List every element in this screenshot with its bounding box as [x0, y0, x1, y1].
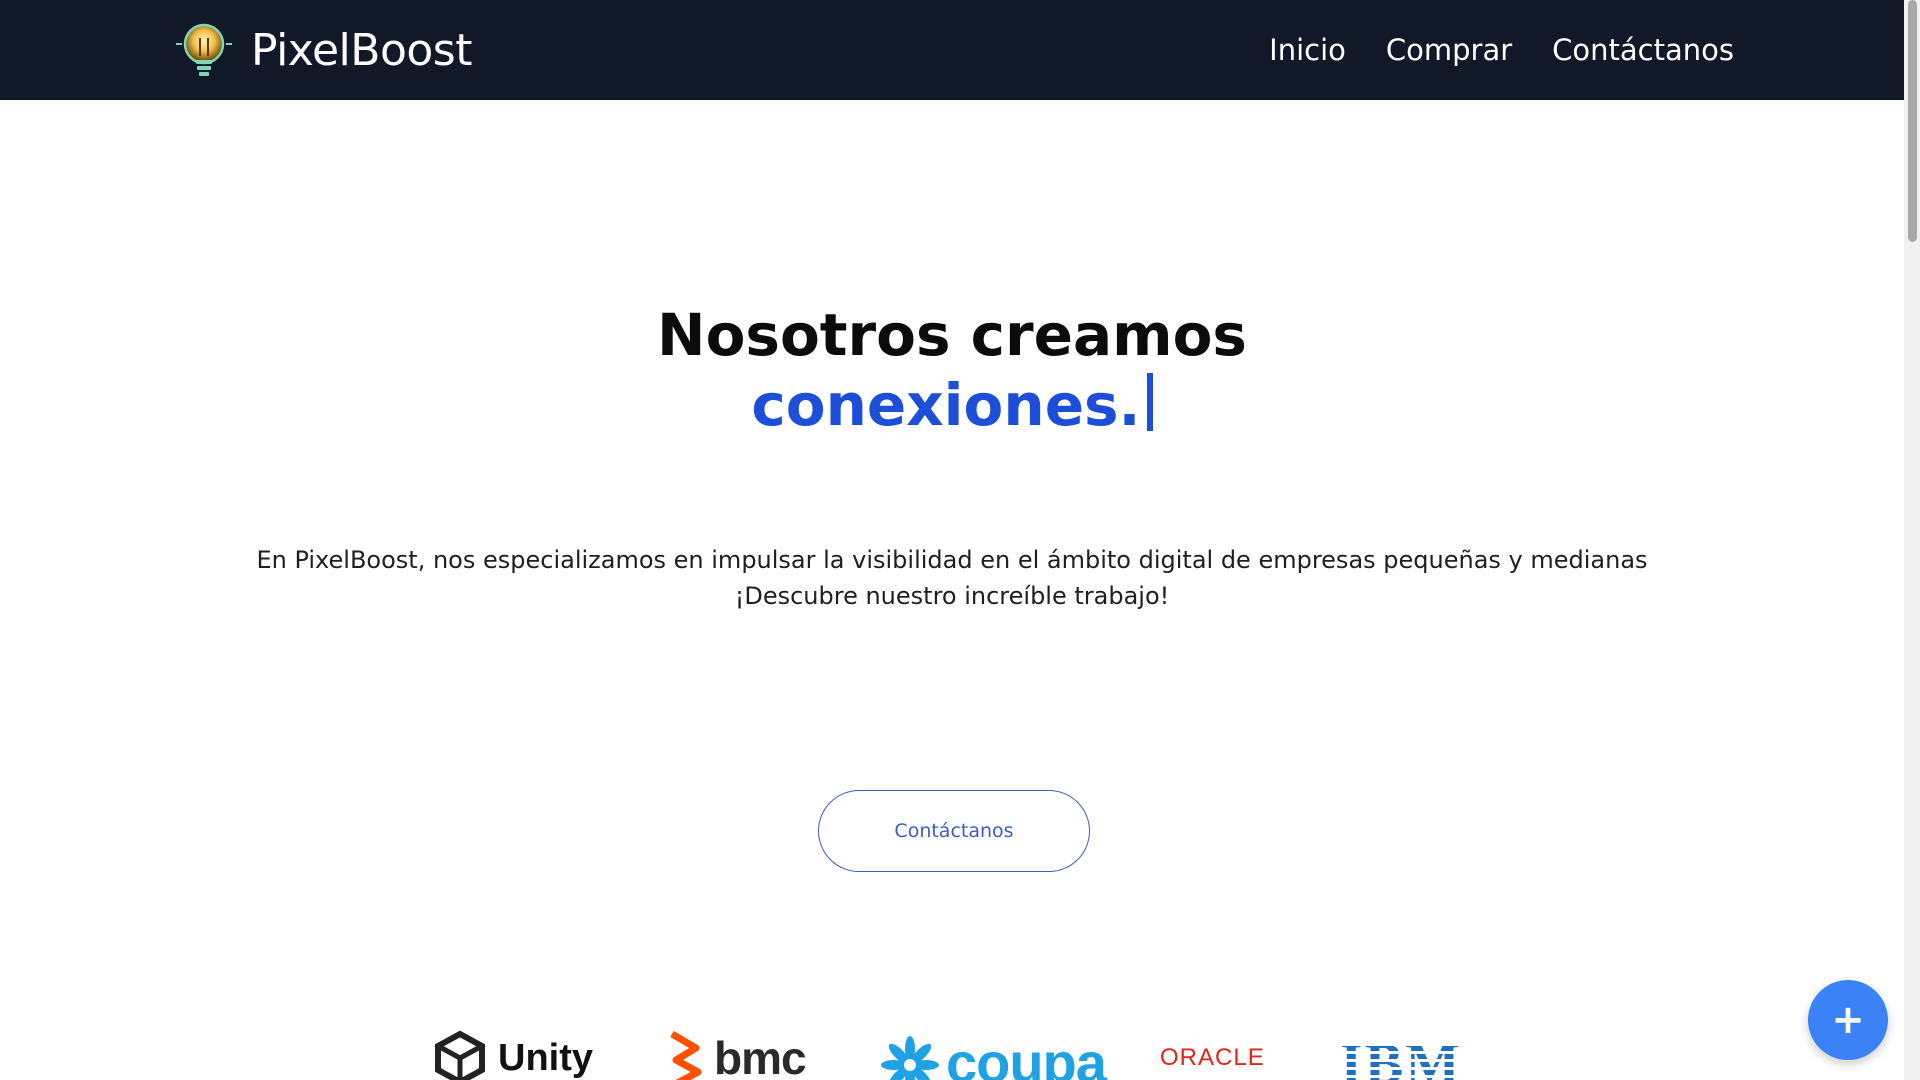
brand-name: PixelBoost	[251, 24, 472, 76]
unity-logo: Unity	[432, 1030, 593, 1080]
hero-description-line2: ¡Descubre nuestro increíble trabajo!	[734, 582, 1170, 610]
plus-icon: +	[1831, 997, 1865, 1043]
contact-cta-button[interactable]: Contáctanos	[818, 790, 1090, 872]
hero-description: En PixelBoost, nos especializamos en imp…	[0, 542, 1904, 614]
oracle-logo-text: ORACLE	[1160, 1044, 1265, 1071]
coupa-logo-icon	[881, 1035, 939, 1080]
hero-title-highlight: conexiones.	[751, 371, 1141, 439]
hero-section: Nosotros creamos conexiones. En PixelBoo…	[0, 100, 1904, 1080]
coupa-logo: coupa	[878, 1030, 1107, 1080]
hero-description-line1: En PixelBoost, nos especializamos en imp…	[256, 546, 1648, 574]
bmc-logo-icon	[670, 1030, 702, 1080]
floating-action-button[interactable]: +	[1808, 980, 1888, 1060]
page-scrollbar[interactable]	[1904, 0, 1920, 1080]
nav-comprar[interactable]: Comprar	[1386, 33, 1512, 67]
coupa-logo-text: coupa	[946, 1031, 1107, 1080]
nav-inicio[interactable]: Inicio	[1269, 33, 1346, 67]
client-logos: Unity bmc coupa ORACLE IBM	[0, 1030, 1904, 1080]
unity-logo-text: Unity	[498, 1036, 593, 1079]
unity-logo-icon	[435, 1030, 485, 1080]
top-navbar: PixelBoost Inicio Comprar Contáctanos	[0, 0, 1904, 100]
ibm-logo: IBM	[1340, 1030, 1462, 1080]
brand-link[interactable]: PixelBoost	[172, 18, 472, 82]
oracle-logo: ORACLE	[1160, 1044, 1265, 1072]
hero-title: Nosotros creamos conexiones.	[0, 300, 1904, 440]
hero-title-line2-wrap: conexiones.	[751, 370, 1153, 440]
scrollbar-thumb[interactable]	[1908, 0, 1917, 242]
bmc-logo: bmc	[664, 1030, 807, 1080]
lightbulb-icon	[176, 23, 232, 76]
typing-cursor	[1146, 373, 1153, 431]
nav-contactanos[interactable]: Contáctanos	[1552, 33, 1734, 67]
hero-title-line1: Nosotros creamos	[657, 301, 1247, 369]
bmc-logo-text: bmc	[714, 1032, 807, 1080]
ibm-logo-text: IBM	[1340, 1030, 1462, 1080]
main-nav: Inicio Comprar Contáctanos	[1269, 0, 1734, 100]
